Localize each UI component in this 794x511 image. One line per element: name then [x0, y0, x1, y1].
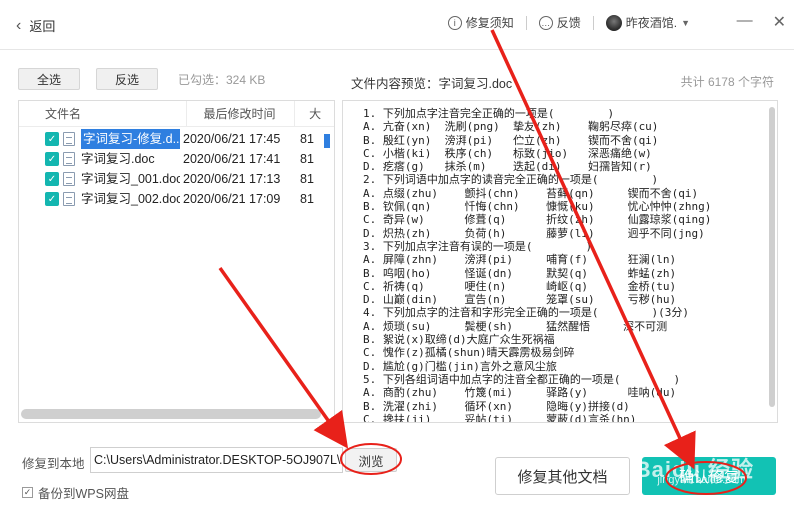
row-checkbox[interactable]: ✓: [45, 192, 59, 206]
file-time: 2020/06/21 17:09: [183, 192, 281, 206]
preview-line: C. 祈祷(q) 哽住(n) 崎岖(q) 金桥(tu): [363, 279, 677, 293]
file-time: 2020/06/21 17:41: [183, 152, 281, 166]
column-header-name[interactable]: 文件名: [19, 105, 186, 122]
back-label: 返回: [29, 19, 56, 34]
preview-line: A. 屏障(zhn) 滂湃(pi) 哺育(f) 狂澜(ln): [363, 253, 677, 267]
preview-line: A. 点缀(zhu) 颤抖(chn) 苔藓(qn) 锲而不舍(qi): [363, 186, 699, 200]
preview-pane: 1. 下列加点字注音完全正确的一项是( ) A. 亢奋(xn) 洗刷(png) 挚…: [342, 100, 778, 423]
file-size: 81: [300, 152, 314, 166]
feedback-label: 反馈: [556, 16, 581, 30]
list-vertical-scroll-thumb[interactable]: [324, 134, 330, 148]
row-checkbox[interactable]: ✓: [45, 152, 59, 166]
file-name: 字词复习_002.doc: [81, 192, 180, 206]
window-controls: — ✕: [737, 12, 786, 32]
table-row[interactable]: ✓ 字词复习-修复.d... 2020/06/21 17:45 81: [19, 129, 334, 149]
file-name: 字词复习-修复.d...: [81, 129, 180, 149]
list-horizontal-scrollbar[interactable]: [21, 409, 321, 419]
preview-line: A. 烦琐(su) 鬓梗(sh) 猛然醒悟 深不可测: [363, 319, 668, 333]
preview-scrollbar[interactable]: [769, 107, 775, 407]
file-size: 81: [300, 192, 314, 206]
preview-line: D. 炽热(zh) 负荷(h) 藤萝(li) 迥乎不同(jng): [363, 226, 705, 240]
preview-line: 5. 下列各组词语中加点字的注音全都正确的一项是( ): [363, 372, 681, 386]
divider: [525, 15, 527, 30]
document-icon: [63, 192, 75, 206]
file-name: 字词复习_001.doc: [81, 172, 180, 186]
backup-label: 备份到WPS网盘: [38, 487, 129, 501]
help-label: 修复须知: [465, 16, 514, 30]
preview-line: D. 尴尬(g)门槛(jin)言外之意风尘旅: [363, 359, 557, 373]
invert-selection-button[interactable]: 反选: [96, 68, 158, 90]
preview-text: 1. 下列加点字注音完全正确的一项是( ) A. 亢奋(xn) 洗刷(png) 挚…: [363, 107, 758, 423]
restore-path-field[interactable]: C:\Users\Administrator.DESKTOP-5OJ907L\: [90, 447, 343, 473]
title-bar: ‹ 返回 i 修复须知 … 反馈 昨夜酒馆. ▼ — ✕: [0, 0, 794, 50]
preview-title: 文件内容预览：字词复习.doc: [351, 77, 513, 91]
divider: [592, 15, 594, 30]
info-icon: i: [447, 15, 462, 30]
restore-to-label: 修复到本地: [22, 457, 85, 471]
row-checkbox[interactable]: ✓: [45, 172, 59, 186]
caret-down-icon: ▼: [681, 17, 690, 28]
browse-button[interactable]: 浏览: [345, 448, 397, 472]
selected-size-label: 已勾选：324 KB: [178, 72, 266, 87]
document-icon: [63, 172, 75, 186]
close-button[interactable]: ✕: [773, 12, 786, 32]
preview-line: 1. 下列加点字注音完全正确的一项是( ): [363, 107, 615, 120]
preview-line: 4. 下列加点字的注音和字形完全正确的一项是( )(3分): [363, 306, 689, 320]
file-size: 81: [300, 172, 314, 186]
preview-line: A. 亢奋(xn) 洗刷(png) 挚友(zh) 鞠躬尽瘁(cu): [363, 120, 659, 134]
select-all-button[interactable]: 全选: [18, 68, 80, 90]
preview-line: D. 疙瘩(g) 抹杀(m) 迭起(di) 妇孺皆知(r): [363, 160, 652, 174]
back-button[interactable]: ‹ 返回: [16, 16, 55, 35]
preview-line: D. 山巅(din) 宣告(n) 笼罩(su) 亏秽(hu): [363, 293, 677, 307]
preview-line: C. 愧作(z)孤橘(shun)晴天霹雳极易剑碎: [363, 346, 575, 360]
avatar: [605, 14, 622, 31]
watermark-url: jingyan.baidu.com: [657, 474, 746, 486]
preview-line: C. 小楷(ki) 秩序(ch) 标致(jio) 深恶痛绝(w): [363, 146, 652, 160]
table-row[interactable]: ✓ 字词复习_001.doc 2020/06/21 17:13 81: [19, 169, 334, 189]
preview-line: B. 絮说(x)取缔(d)大庭广众生死祸福: [363, 333, 555, 347]
character-count: 共计 6178 个字符: [680, 75, 774, 89]
file-list: 文件名 最后修改时间 大 ✓ 字词复习-修复.d... 2020/06/21 1…: [18, 100, 335, 423]
preview-line: A. 商酌(zhu) 竹篾(mi) 驿路(y) 哇呐(du): [363, 386, 677, 400]
preview-line: B. 殷红(yn) 滂湃(pi) 伫立(zh) 锲而不舍(qi): [363, 133, 659, 147]
backup-checkbox[interactable]: ✓ 备份到WPS网盘: [22, 483, 129, 502]
file-list-header: 文件名 最后修改时间 大: [19, 101, 334, 127]
preview-line: B. 洗濯(zhi) 循环(xn) 隐晦(y)拼接(d): [363, 399, 630, 413]
preview-line: C. 奇异(w) 修葺(q) 折纹(zh) 仙露琼浆(qing): [363, 213, 712, 227]
checkbox-icon: ✓: [22, 487, 33, 498]
table-row[interactable]: ✓ 字词复习.doc 2020/06/21 17:41 81: [19, 149, 334, 169]
user-menu[interactable]: 昨夜酒馆. ▼: [605, 14, 690, 31]
feedback-icon: …: [538, 15, 553, 30]
table-row[interactable]: ✓ 字词复习_002.doc 2020/06/21 17:09 81: [19, 189, 334, 209]
preview-line: C. 搀扶(ji) 妥帖(ti) 蒙蔽(d)言杀(hn): [363, 412, 637, 423]
column-header-modified[interactable]: 最后修改时间: [186, 101, 294, 127]
file-toolbar: 全选 反选 已勾选：324 KB: [18, 68, 265, 90]
restore-other-button[interactable]: 修复其他文档: [495, 457, 630, 495]
file-time: 2020/06/21 17:45: [183, 132, 281, 146]
preview-line: 3. 下列加点字注音有误的一项是( ): [363, 239, 593, 253]
header-actions: i 修复须知 … 反馈 昨夜酒馆. ▼: [447, 14, 690, 31]
row-checkbox[interactable]: ✓: [45, 132, 59, 146]
file-time: 2020/06/21 17:13: [183, 172, 281, 186]
preview-line: B. 呜咽(ho) 怪诞(dn) 默契(q) 蚱蜢(zh): [363, 266, 677, 280]
feedback-button[interactable]: … 反馈: [538, 14, 581, 31]
user-name: 昨夜酒馆.: [625, 16, 678, 30]
column-header-size[interactable]: 大: [294, 101, 334, 127]
help-button[interactable]: i 修复须知: [447, 14, 514, 31]
document-icon: [63, 152, 75, 166]
file-size: 81: [300, 132, 314, 146]
file-name: 字词复习.doc: [81, 152, 155, 166]
chevron-left-icon: ‹: [16, 16, 22, 34]
preview-line: B. 钦佩(qn) 忏悔(chn) 慷慨(ku) 忧心忡忡(zhng): [363, 200, 712, 214]
preview-line: 2. 下列词语中加点字的读音完全正确的一项是( ): [363, 173, 659, 187]
minimize-button[interactable]: —: [737, 12, 753, 32]
document-icon: [63, 132, 75, 146]
